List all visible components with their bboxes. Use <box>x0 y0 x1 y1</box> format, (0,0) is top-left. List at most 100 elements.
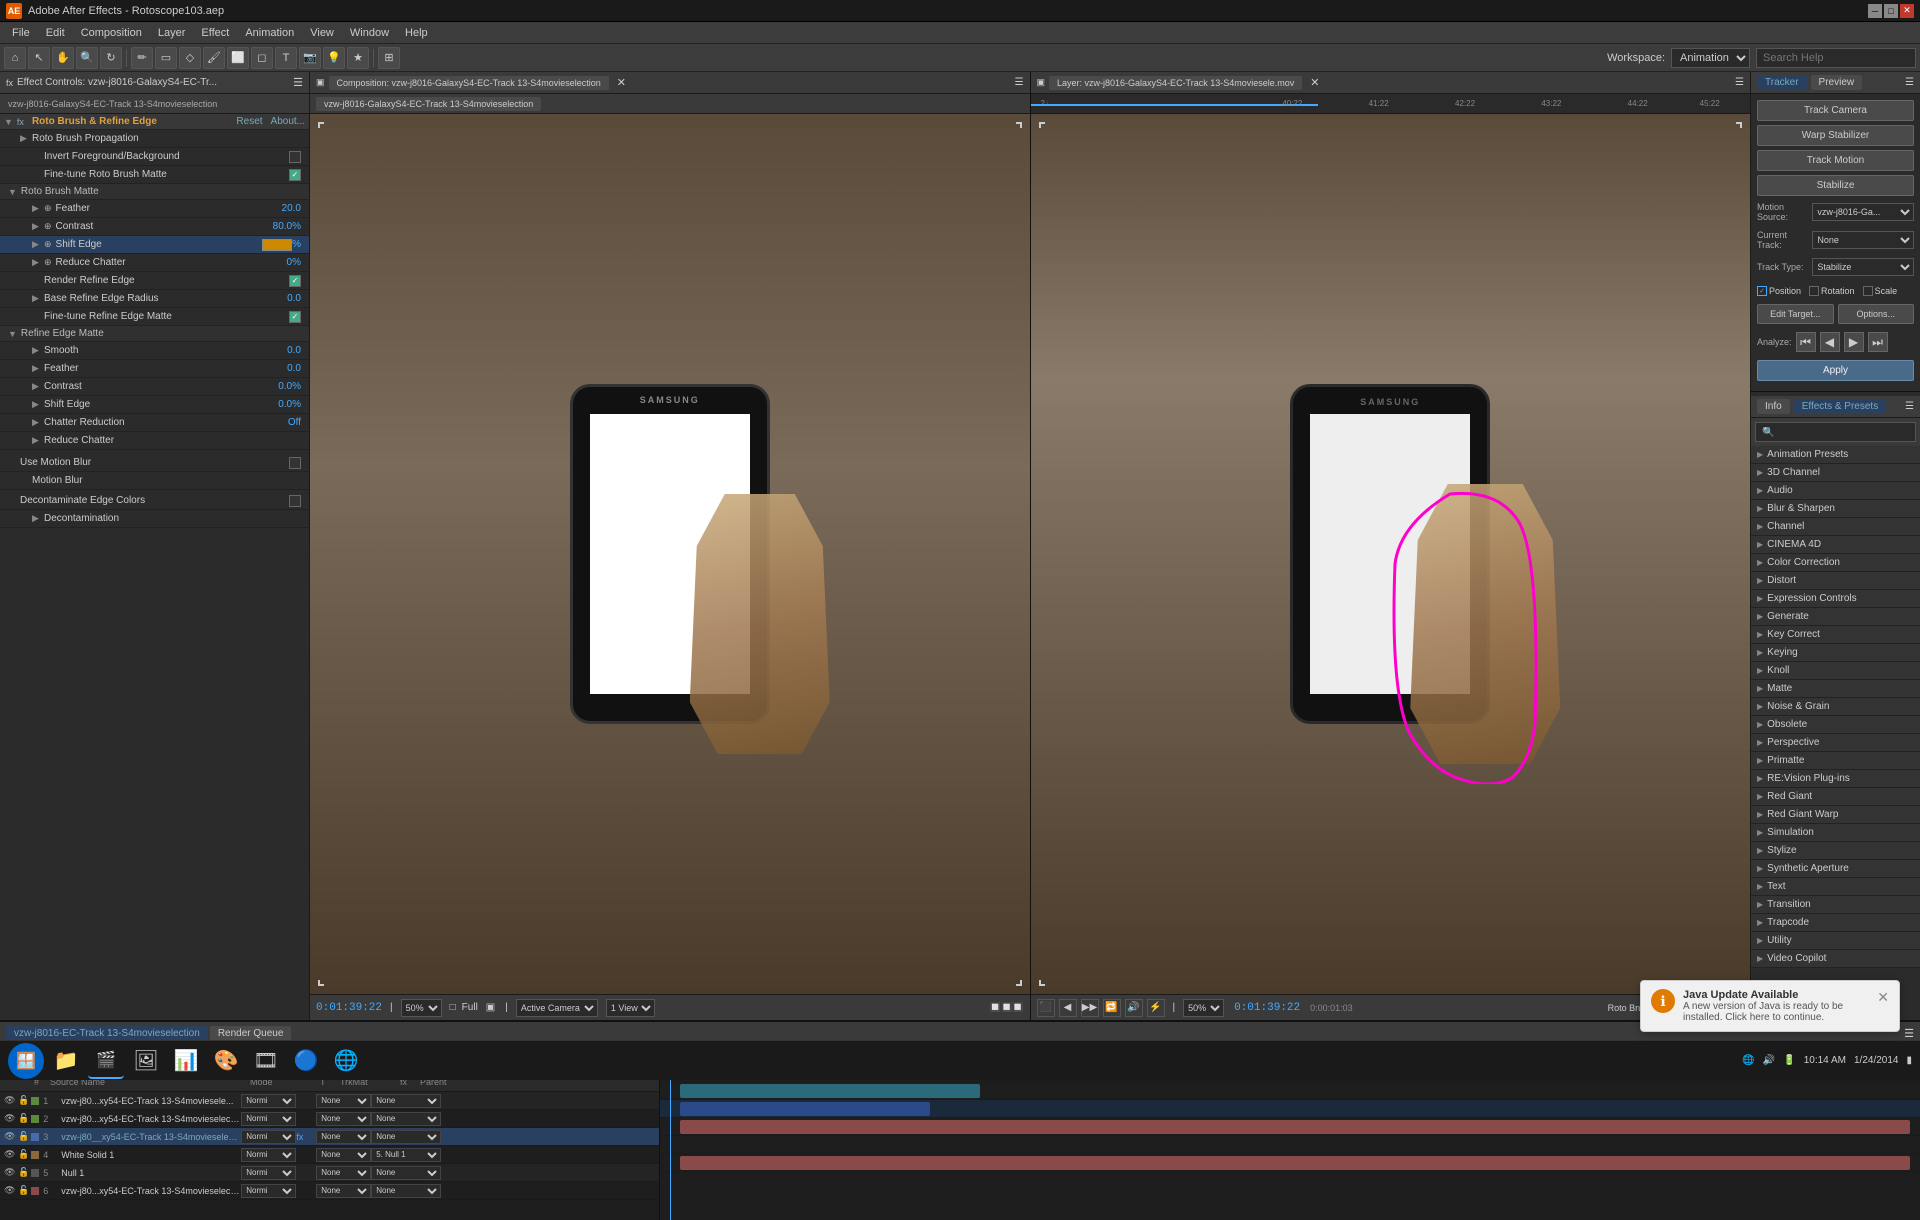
layer-tab[interactable]: Layer: vzw-j8016-GalaxyS4-EC-Track 13-S4… <box>1049 76 1302 90</box>
comp-tab[interactable]: Composition: vzw-j8016-GalaxyS4-EC-Track… <box>329 76 609 90</box>
track-5-vis[interactable]: 👁 <box>4 1167 18 1178</box>
invert-fg-bg-row[interactable]: Invert Foreground/Background <box>0 148 309 166</box>
motion-source-select[interactable]: vzw-j8016-Ga... <box>1812 203 1914 221</box>
menu-effect[interactable]: Effect <box>193 25 237 41</box>
tray-show-desktop[interactable]: ▮ <box>1906 1055 1912 1066</box>
shift-edge-row[interactable]: ▶ ⊕ Shift Edge % <box>0 236 309 254</box>
track-6-vis[interactable]: 👁 <box>4 1185 18 1196</box>
taskbar-start[interactable]: 🪟 <box>8 1043 44 1079</box>
cat-animation-presets-header[interactable]: ▶ Animation Presets <box>1751 446 1920 463</box>
render-refine-edge-row[interactable]: Render Refine Edge ✓ <box>0 272 309 290</box>
menu-edit[interactable]: Edit <box>38 25 73 41</box>
track-4-vis[interactable]: 👁 <box>4 1149 18 1160</box>
roto-brush-propagation-row[interactable]: ▶ Roto Brush Propagation <box>0 130 309 148</box>
taskbar-folder[interactable]: 📁 <box>48 1043 84 1079</box>
track-6-trkmat[interactable]: None <box>316 1184 371 1198</box>
base-refine-radius-row[interactable]: ▶ Base Refine Edge Radius 0.0 <box>0 290 309 308</box>
maximize-button[interactable]: □ <box>1884 4 1898 18</box>
feather-value[interactable]: 20.0 <box>261 203 301 214</box>
comp-fit-btn[interactable]: □ <box>450 1002 456 1013</box>
about-btn[interactable]: About... <box>271 116 305 127</box>
layer-next-btn[interactable]: ▶▶ <box>1081 999 1099 1017</box>
cat-3d-channel-header[interactable]: ▶ 3D Channel <box>1751 464 1920 481</box>
contrast2-row[interactable]: ▶ Contrast 0.0% <box>0 378 309 396</box>
layer-prev-btn[interactable]: ◀ <box>1059 999 1077 1017</box>
workspace-select[interactable]: Animation <box>1671 48 1750 68</box>
cat-text-header[interactable]: ▶ Text <box>1751 878 1920 895</box>
cat-red-giant-header[interactable]: ▶ Red Giant <box>1751 788 1920 805</box>
tool-snapping[interactable]: ⊞ <box>378 47 400 69</box>
track-2-trkmat[interactable]: None <box>316 1112 371 1126</box>
track-2-mode[interactable]: Normi <box>241 1112 296 1126</box>
comp-region-btn[interactable]: ▣ <box>486 1002 495 1013</box>
taskbar-photoshop[interactable]: 🖼 <box>128 1043 164 1079</box>
decontaminate-edge-checkbox[interactable] <box>289 495 301 507</box>
tool-puppet[interactable]: ★ <box>347 47 369 69</box>
tool-hand[interactable]: ✋ <box>52 47 74 69</box>
fine-tune-checkbox[interactable]: ✓ <box>289 169 301 181</box>
comp-view-options[interactable]: 🔲🔲🔲 <box>990 1002 1024 1013</box>
invert-checkbox[interactable] <box>289 151 301 163</box>
track-6-lock[interactable]: 🔓 <box>18 1185 29 1196</box>
info-tab[interactable]: Info <box>1757 399 1790 414</box>
track-5-parent[interactable]: None <box>371 1166 441 1180</box>
taskbar-illustrator[interactable]: 🎨 <box>208 1043 244 1079</box>
stabilize-btn[interactable]: Stabilize <box>1757 175 1914 196</box>
effects-presets-tab[interactable]: Effects & Presets <box>1794 399 1887 414</box>
cat-perspective-header[interactable]: ▶ Perspective <box>1751 734 1920 751</box>
comp-menu-btn[interactable]: ☰ <box>1015 77 1024 88</box>
search-input[interactable] <box>1756 48 1916 68</box>
minimize-button[interactable]: ─ <box>1868 4 1882 18</box>
position-checkbox[interactable]: ✓ <box>1757 286 1767 296</box>
close-button[interactable]: ✕ <box>1900 4 1914 18</box>
cat-matte-header[interactable]: ▶ Matte <box>1751 680 1920 697</box>
cat-distort-header[interactable]: ▶ Distort <box>1751 572 1920 589</box>
comp-timecode[interactable]: 0:01:39:22 <box>316 1002 382 1014</box>
effects-menu[interactable]: ☰ <box>1905 401 1914 412</box>
taskbar-bridge[interactable]: 📊 <box>168 1043 204 1079</box>
fine-tune-refine-row[interactable]: Fine-tune Refine Edge Matte ✓ <box>0 308 309 326</box>
edit-target-btn[interactable]: Edit Target... <box>1757 304 1834 324</box>
cat-keying-header[interactable]: ▶ Keying <box>1751 644 1920 661</box>
tool-stamp[interactable]: ⬜ <box>227 47 249 69</box>
layer-zoom-select[interactable]: 50% <box>1183 999 1224 1017</box>
roto-brush-matte-header[interactable]: ▼ Roto Brush Matte <box>0 184 309 200</box>
track-3-vis[interactable]: 👁 <box>4 1131 18 1142</box>
roto-brush-section-header[interactable]: ▼ fx Roto Brush & Refine Edge Reset Abou… <box>0 114 309 130</box>
cat-generate-header[interactable]: ▶ Generate <box>1751 608 1920 625</box>
layer-close-btn[interactable]: ✕ <box>1310 76 1319 89</box>
tool-pen[interactable]: ✏ <box>131 47 153 69</box>
cat-noise-header[interactable]: ▶ Noise & Grain <box>1751 698 1920 715</box>
analyze-fwd-btn[interactable]: ▶ <box>1844 332 1864 352</box>
comp-active-tab[interactable]: vzw-j8016-GalaxyS4-EC-Track 13-S4moviese… <box>316 97 541 111</box>
preview-tab[interactable]: Preview <box>1811 75 1863 90</box>
tool-arrow[interactable]: ↖ <box>28 47 50 69</box>
track-5-trkmat[interactable]: None <box>316 1166 371 1180</box>
track-6-mode[interactable]: Normi <box>241 1184 296 1198</box>
menu-animation[interactable]: Animation <box>237 25 302 41</box>
track-2-lock[interactable]: 🔓 <box>18 1113 29 1124</box>
track-3-mode[interactable]: Normi <box>241 1130 296 1144</box>
reset-btn[interactable]: Reset <box>236 116 262 127</box>
fine-tune-refine-checkbox[interactable]: ✓ <box>289 311 301 323</box>
cat-channel-header[interactable]: ▶ Channel <box>1751 518 1920 535</box>
cat-simulation-header[interactable]: ▶ Simulation <box>1751 824 1920 841</box>
tool-brush[interactable]: 🖌 <box>203 47 225 69</box>
chatter-reduction-row[interactable]: ▶ Chatter Reduction Off <box>0 414 309 432</box>
shift-edge2-row[interactable]: ▶ Shift Edge 0.0% <box>0 396 309 414</box>
track-2-parent[interactable]: None <box>371 1112 441 1126</box>
apply-btn[interactable]: Apply <box>1757 360 1914 381</box>
cat-red-giant-warp-header[interactable]: ▶ Red Giant Warp <box>1751 806 1920 823</box>
contrast2-value[interactable]: 0.0% <box>261 381 301 392</box>
warp-stabilizer-btn[interactable]: Warp Stabilizer <box>1757 125 1914 146</box>
tool-zoom[interactable]: 🔍 <box>76 47 98 69</box>
timeline-tab-main[interactable]: vzw-j8016-EC-Track 13-S4movieselection <box>6 1026 208 1041</box>
rotation-checkbox[interactable] <box>1809 286 1819 296</box>
comp-close-btn[interactable]: ✕ <box>617 76 626 89</box>
timeline-close[interactable]: ☰ <box>1904 1027 1914 1040</box>
cat-revision-header[interactable]: ▶ RE:Vision Plug-ins <box>1751 770 1920 787</box>
layer-audio-btn[interactable]: 🔊 <box>1125 999 1143 1017</box>
cat-key-correct-header[interactable]: ▶ Key Correct <box>1751 626 1920 643</box>
cat-expr-header[interactable]: ▶ Expression Controls <box>1751 590 1920 607</box>
reduce-chatter2-row[interactable]: ▶ Reduce Chatter <box>0 432 309 450</box>
